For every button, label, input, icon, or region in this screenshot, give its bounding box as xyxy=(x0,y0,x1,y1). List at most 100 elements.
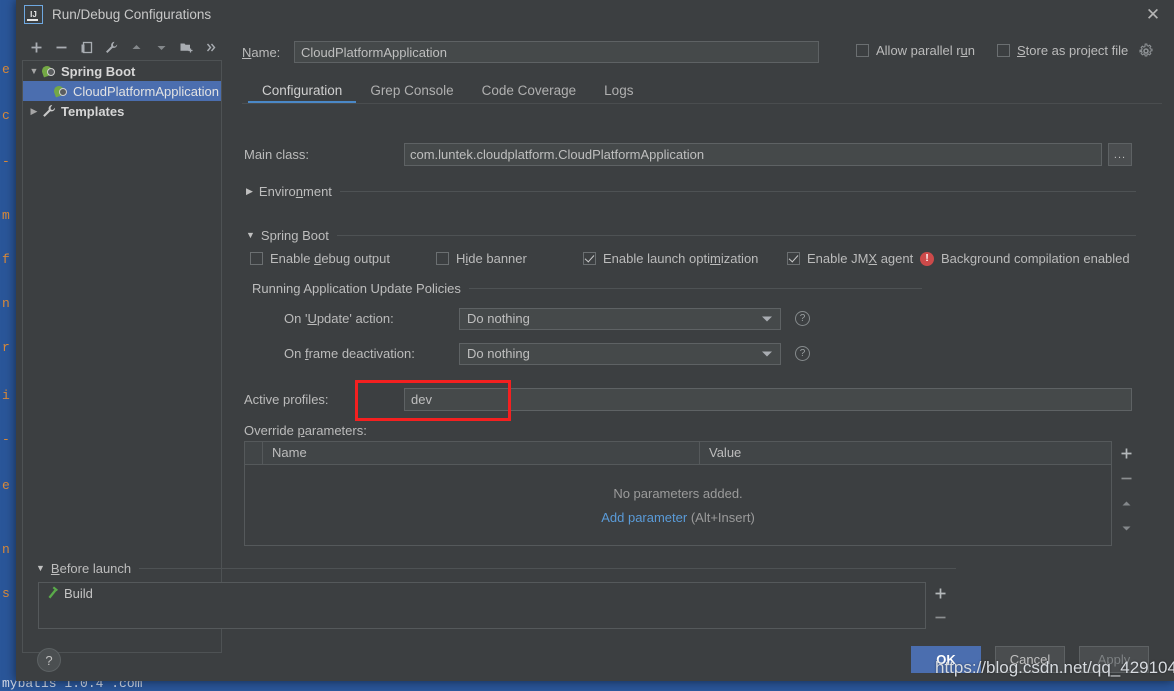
before-launch-section-header[interactable]: ▼ Before launch xyxy=(36,560,956,576)
expand-arrow-icon[interactable]: ▼ xyxy=(27,66,41,76)
checkbox-box[interactable] xyxy=(856,44,869,57)
main-class-browse-button[interactable]: ... xyxy=(1108,143,1132,166)
store-as-project-file-checkbox[interactable]: Store as project file xyxy=(997,43,1128,58)
on-update-action-label: On 'Update' action: xyxy=(284,311,394,326)
update-policies-title: Running Application Update Policies xyxy=(252,280,461,296)
enable-launch-optimization-label: Enable launch optimization xyxy=(603,251,759,266)
chevron-down-icon[interactable] xyxy=(762,316,772,321)
double-chevron-right-icon[interactable] xyxy=(199,35,224,59)
move-parameter-up-button[interactable] xyxy=(1114,491,1138,516)
chevron-down-icon[interactable] xyxy=(149,35,174,59)
tree-node-label: Spring Boot xyxy=(61,63,136,79)
override-parameters-side-buttons xyxy=(1114,441,1138,546)
chevron-up-icon[interactable] xyxy=(124,35,149,59)
chevron-right-icon[interactable]: ▶ xyxy=(246,186,253,197)
tab-grep-console[interactable]: Grep Console xyxy=(356,77,467,104)
column-header-value[interactable]: Value xyxy=(700,442,1111,464)
chevron-down-icon[interactable] xyxy=(762,351,772,356)
before-launch-task-row[interactable]: Build xyxy=(39,583,925,604)
section-divider xyxy=(468,287,922,289)
close-icon[interactable]: ✕ xyxy=(1142,4,1164,26)
checkbox-box[interactable] xyxy=(250,252,263,265)
store-as-project-file-label: Store as project file xyxy=(1017,43,1129,58)
checkbox-box[interactable] xyxy=(997,44,1010,57)
gear-icon[interactable] xyxy=(1138,43,1154,59)
hide-banner-checkbox[interactable]: Hide banner xyxy=(436,251,527,266)
enable-launch-optimization-checkbox[interactable]: Enable launch optimization xyxy=(583,251,758,266)
before-launch-side-buttons xyxy=(928,582,952,629)
add-configuration-button[interactable] xyxy=(24,35,49,59)
configurations-toolbar xyxy=(24,34,224,60)
tab-logs[interactable]: Logs xyxy=(590,77,647,104)
allow-parallel-run-checkbox[interactable]: Allow parallel run xyxy=(856,43,975,58)
tree-node-spring-boot[interactable]: ▼ Spring Boot xyxy=(23,61,221,81)
ij-logo-text: IJ xyxy=(30,9,37,19)
checkbox-box[interactable] xyxy=(583,252,596,265)
main-class-label: Main class: xyxy=(244,147,310,162)
active-profiles-input[interactable] xyxy=(404,388,1132,411)
before-launch-task-list[interactable]: Build xyxy=(38,582,926,629)
main-class-input[interactable] xyxy=(404,143,1102,166)
spring-boot-icon xyxy=(41,63,57,79)
backdrop-char: - xyxy=(2,432,10,447)
configuration-right-pane: Name: Allow parallel run Store as projec… xyxy=(222,29,1174,639)
tree-node-templates[interactable]: ▶ Templates xyxy=(23,101,221,121)
spring-boot-checkbox-row: Enable debug output Hide banner Enable l… xyxy=(250,251,1150,271)
column-header-blank xyxy=(245,442,263,464)
chevron-down-icon[interactable]: ▼ xyxy=(246,230,255,240)
add-parameter-link[interactable]: Add parameter xyxy=(601,510,687,525)
enable-jmx-agent-checkbox[interactable]: Enable JMX agent xyxy=(787,251,913,266)
on-update-action-dropdown[interactable]: Do nothing xyxy=(459,307,781,330)
on-frame-deactivation-help-icon[interactable]: ? xyxy=(795,346,810,361)
checkbox-box[interactable] xyxy=(436,252,449,265)
column-header-name[interactable]: Name xyxy=(263,442,700,464)
environment-section-header[interactable]: ▶ Environment xyxy=(246,183,1136,199)
backdrop-char: e xyxy=(2,478,10,493)
remove-configuration-button[interactable] xyxy=(49,35,74,59)
section-divider xyxy=(339,190,1136,192)
enable-debug-output-label: Enable debug output xyxy=(270,251,391,266)
copy-configuration-button[interactable] xyxy=(74,35,99,59)
on-update-action-help-icon[interactable]: ? xyxy=(795,311,810,326)
on-frame-deactivation-dropdown[interactable]: Do nothing xyxy=(459,342,781,365)
remove-before-launch-task-button[interactable] xyxy=(928,606,952,630)
section-divider xyxy=(336,234,1136,236)
tab-separator xyxy=(242,103,1162,104)
chevron-down-icon[interactable]: ▼ xyxy=(36,563,45,573)
configurations-left-pane: ▼ Spring Boot CloudPlatformApplication ▶… xyxy=(16,29,224,653)
add-parameter-line: Add parameter (Alt+Insert) xyxy=(601,510,755,525)
intellij-logo-icon: IJ xyxy=(24,5,43,24)
name-label: Name: xyxy=(242,44,281,60)
build-hammer-icon xyxy=(46,585,60,602)
background-compilation-warning: ! Background compilation enabled xyxy=(920,251,1130,266)
tree-node-cloudplatformapplication[interactable]: CloudPlatformApplication xyxy=(23,81,221,101)
remove-parameter-button[interactable] xyxy=(1114,466,1138,491)
backdrop-char: r xyxy=(2,340,10,355)
before-launch-task-label: Build xyxy=(64,586,93,601)
tab-configuration[interactable]: Configuration xyxy=(248,77,357,104)
add-before-launch-task-button[interactable] xyxy=(928,582,952,606)
allow-parallel-run-label: Allow parallel run xyxy=(876,43,976,58)
enable-debug-output-checkbox[interactable]: Enable debug output xyxy=(250,251,390,266)
new-folder-icon[interactable] xyxy=(174,35,199,59)
add-parameter-shortcut-hint: (Alt+Insert) xyxy=(690,510,755,525)
main-class-row: Main class: ... xyxy=(242,143,1167,167)
dialog-title: Run/Debug Configurations xyxy=(52,7,212,22)
spring-boot-section-header[interactable]: ▼ Spring Boot xyxy=(246,227,1136,243)
configuration-tabs: Configuration Grep Console Code Coverage… xyxy=(248,75,1148,104)
name-input[interactable] xyxy=(294,41,819,63)
override-parameters-table[interactable]: Name Value No parameters added. Add para… xyxy=(244,441,1112,546)
tab-code-coverage[interactable]: Code Coverage xyxy=(468,77,591,104)
error-icon: ! xyxy=(920,251,934,266)
wrench-icon[interactable] xyxy=(99,35,124,59)
checkbox-box[interactable] xyxy=(787,252,800,265)
add-parameter-button[interactable] xyxy=(1114,441,1138,466)
environment-section-title: Environment xyxy=(258,183,332,199)
section-divider xyxy=(139,567,956,569)
tree-node-label: Templates xyxy=(61,103,125,119)
on-frame-deactivation-value: Do nothing xyxy=(467,346,530,361)
override-parameters-label: Override parameters: xyxy=(244,423,367,438)
before-launch-title: Before launch xyxy=(50,560,132,576)
move-parameter-down-button[interactable] xyxy=(1114,516,1138,541)
collapse-arrow-icon[interactable]: ▶ xyxy=(27,106,41,117)
